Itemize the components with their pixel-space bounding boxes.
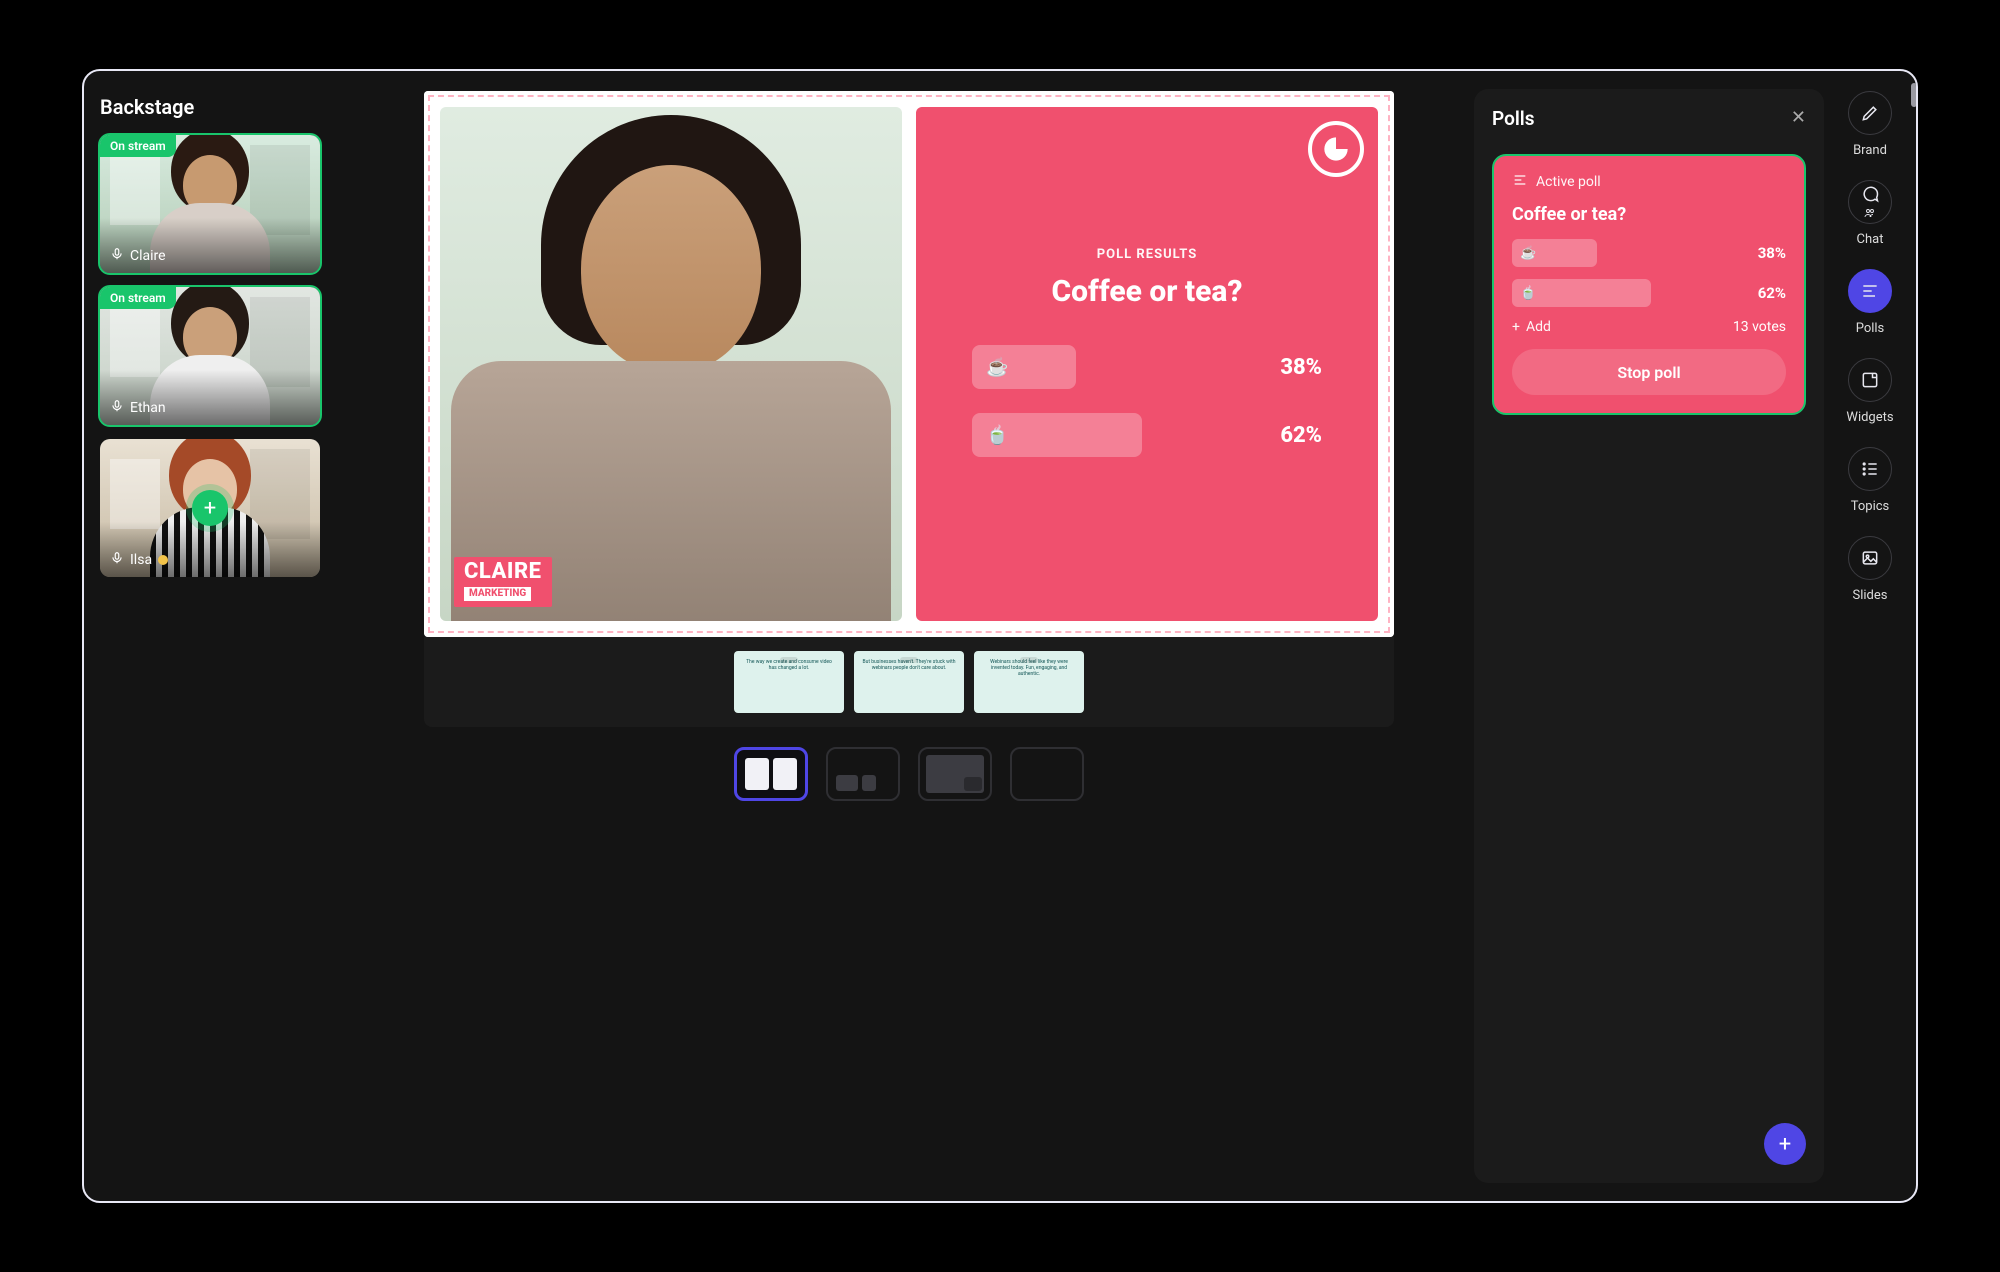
stage-poll-overlay: POLL RESULTS Coffee or tea? ☕ 38% 🍵 62% xyxy=(916,107,1378,621)
lower-third-name: CLAIRE xyxy=(464,561,542,583)
chat-icon xyxy=(1860,185,1880,205)
poll-option-emoji: ☕ xyxy=(972,345,1076,389)
polls-title: Polls xyxy=(1492,107,1806,130)
active-poll-label: Active poll xyxy=(1536,174,1601,190)
image-icon xyxy=(1860,548,1880,568)
plus-icon: + xyxy=(1512,319,1520,335)
right-rail: Brand Chat Polls Widgets Topics Slides xyxy=(1824,71,1916,1201)
backstage-title: Backstage xyxy=(100,95,328,119)
poll-results-label: POLL RESULTS xyxy=(1097,247,1197,262)
onstream-badge: On stream xyxy=(100,287,176,309)
participant-card[interactable]: On stream Ethan xyxy=(100,287,320,425)
poll-option-emoji: 🍵 xyxy=(972,413,1142,457)
pencil-icon xyxy=(1860,103,1880,123)
slide-thumb[interactable]: But businesses haven't. They're stuck wi… xyxy=(854,651,964,713)
onstream-badge: On stream xyxy=(100,135,176,157)
stop-poll-button[interactable]: Stop poll xyxy=(1512,349,1786,395)
backstage-panel: Backstage On stream Claire On stream xyxy=(84,71,344,1201)
polls-panel: Polls ✕ Active poll Coffee or tea? ☕ 38%… xyxy=(1474,89,1824,1183)
poll-option-pct: 62% xyxy=(1736,284,1786,302)
poll-active-icon xyxy=(1512,172,1528,192)
poll-icon xyxy=(1860,281,1880,301)
rail-slides[interactable]: Slides xyxy=(1848,536,1892,603)
add-to-stream-button[interactable]: + xyxy=(192,490,228,526)
brand-logo-icon xyxy=(1308,121,1364,177)
poll-card-question: Coffee or tea? xyxy=(1512,204,1786,225)
poll-option-pct: 62% xyxy=(1260,423,1322,448)
scrollbar-notch xyxy=(1911,83,1917,107)
rail-topics[interactable]: Topics xyxy=(1848,447,1892,514)
vote-count: 13 votes xyxy=(1733,319,1786,335)
participant-card[interactable]: On stream Claire xyxy=(100,135,320,273)
slide-thumb[interactable]: The way we create and consume video has … xyxy=(734,651,844,713)
poll-option-row[interactable]: ☕ 38% xyxy=(1512,239,1786,267)
rail-widgets[interactable]: Widgets xyxy=(1846,358,1893,425)
lower-third-role: MARKETING xyxy=(464,587,531,601)
list-icon xyxy=(1860,459,1880,479)
mic-icon xyxy=(110,551,124,569)
participant-name: Ilsa xyxy=(130,552,152,568)
app-window: Backstage On stream Claire On stream xyxy=(82,69,1918,1203)
close-icon[interactable]: ✕ xyxy=(1791,107,1806,128)
participant-name: Ethan xyxy=(130,400,166,416)
poll-option-row: ☕ 38% xyxy=(972,345,1322,389)
status-dot-icon xyxy=(158,555,168,565)
widgets-icon xyxy=(1860,370,1880,390)
layout-switcher xyxy=(734,747,1084,801)
lower-third: CLAIRE MARKETING xyxy=(454,557,552,607)
stage-video-feed: CLAIRE MARKETING xyxy=(440,107,902,621)
rail-polls[interactable]: Polls xyxy=(1848,269,1892,336)
stage-canvas: CLAIRE MARKETING POLL RESULTS Coffee or … xyxy=(424,91,1394,637)
poll-option-pct: 38% xyxy=(1260,355,1322,380)
layout-pip-button[interactable] xyxy=(826,747,900,801)
poll-question: Coffee or tea? xyxy=(1051,274,1242,309)
layout-split-button[interactable] xyxy=(734,747,808,801)
mic-icon xyxy=(110,247,124,265)
layout-grid-button[interactable] xyxy=(1010,747,1084,801)
participant-card[interactable]: + Ilsa xyxy=(100,439,320,577)
add-option-button[interactable]: + Add xyxy=(1512,319,1551,335)
rail-chat[interactable]: Chat xyxy=(1848,180,1892,247)
slide-tray: The way we create and consume video has … xyxy=(424,637,1394,727)
people-icon xyxy=(1862,207,1878,219)
mic-icon xyxy=(110,399,124,417)
active-poll-card: Active poll Coffee or tea? ☕ 38% 🍵 62% +… xyxy=(1492,154,1806,415)
rail-brand[interactable]: Brand xyxy=(1848,91,1892,158)
stage-column: CLAIRE MARKETING POLL RESULTS Coffee or … xyxy=(344,71,1474,1201)
participant-name: Claire xyxy=(130,248,166,264)
poll-option-row: 🍵 62% xyxy=(972,413,1322,457)
poll-option-row[interactable]: 🍵 62% xyxy=(1512,279,1786,307)
slide-thumb[interactable]: Webinars should feel like they were inve… xyxy=(974,651,1084,713)
new-poll-button[interactable]: + xyxy=(1764,1123,1806,1165)
layout-focus-button[interactable] xyxy=(918,747,992,801)
poll-option-pct: 38% xyxy=(1736,244,1786,262)
